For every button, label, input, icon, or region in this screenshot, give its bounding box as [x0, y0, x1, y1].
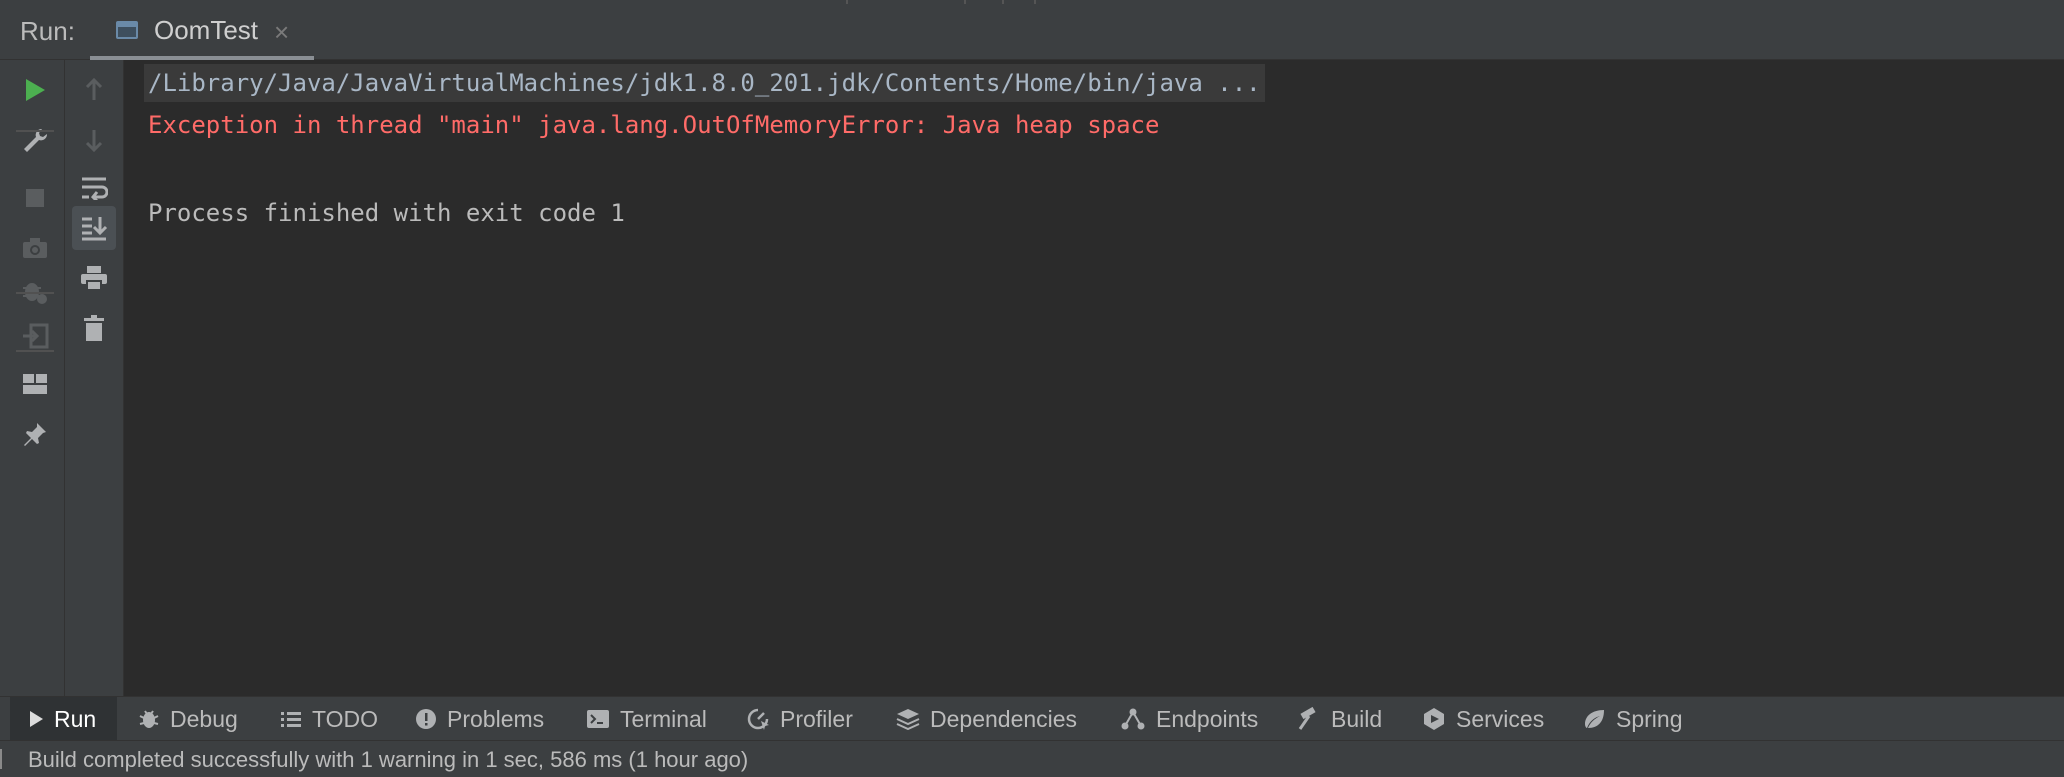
layers-icon [896, 708, 920, 730]
bug-icon [138, 708, 160, 730]
tab-terminal-label: Terminal [620, 705, 707, 732]
tab-label: OomTest [154, 15, 259, 45]
print-icon[interactable] [72, 256, 116, 300]
hammer-icon [1297, 707, 1321, 731]
camera-icon[interactable] [13, 226, 57, 270]
toolbar-separator [16, 292, 54, 294]
tab-services-label: Services [1456, 705, 1545, 732]
services-icon [1422, 707, 1446, 731]
error-line: Exception in thread "main" java.lang.Out… [148, 111, 1160, 139]
arrow-down-icon[interactable] [72, 118, 116, 162]
tab-debug[interactable]: Debug [138, 697, 238, 741]
tab-dependencies[interactable]: Dependencies [896, 697, 1077, 741]
tab-build-label: Build [1331, 705, 1383, 732]
tab-terminal[interactable]: Terminal [586, 697, 707, 741]
tab-debug-label: Debug [170, 705, 238, 732]
profiler-icon [746, 707, 770, 731]
process-exit-line: Process finished with exit code 1 [148, 199, 625, 227]
run-actions-toolbar [6, 60, 65, 696]
tool-window-tabs: Run Debug TODO Problems Terminal Profile… [0, 696, 2064, 741]
tab-profiler[interactable]: Profiler [746, 697, 853, 741]
command-line[interactable]: /Library/Java/JavaVirtualMachines/jdk1.8… [144, 64, 1265, 102]
tab-services[interactable]: Services [1422, 697, 1544, 741]
tab-run[interactable]: Run [10, 697, 117, 741]
tab-todo-label: TODO [312, 705, 379, 732]
tab-todo[interactable]: TODO [280, 697, 378, 741]
toolbar-separator [16, 130, 54, 132]
tab-problems-label: Problems [447, 705, 545, 732]
tab-spring[interactable]: Spring [1582, 697, 1682, 741]
console-window-icon [116, 21, 138, 39]
divider [964, 0, 966, 4]
terminal-icon [586, 709, 610, 729]
status-bar: Build completed successfully with 1 warn… [0, 740, 2064, 777]
tab-spring-label: Spring [1616, 705, 1683, 732]
toolbar-separator [16, 350, 54, 352]
scroll-to-end-icon[interactable] [72, 206, 116, 250]
divider [1002, 0, 1004, 4]
tab-problems[interactable]: Problems [415, 697, 544, 741]
console-output[interactable]: /Library/Java/JavaVirtualMachines/jdk1.8… [124, 60, 2064, 696]
arrow-up-icon[interactable] [72, 68, 116, 112]
leaf-icon [1582, 708, 1606, 730]
close-icon[interactable]: × [274, 17, 289, 48]
tab-profiler-label: Profiler [780, 705, 853, 732]
divider [846, 0, 848, 4]
play-icon [28, 710, 44, 728]
rerun-icon[interactable] [13, 68, 57, 112]
status-message[interactable]: Build completed successfully with 1 warn… [28, 747, 748, 773]
divider [1034, 0, 1036, 4]
endpoints-icon [1120, 707, 1146, 731]
tab-endpoints[interactable]: Endpoints [1120, 697, 1258, 741]
tab-dependencies-label: Dependencies [930, 705, 1078, 732]
run-tool-window-header: Run: OomTest × [0, 0, 2064, 60]
wrench-icon[interactable] [13, 118, 57, 162]
tab-build[interactable]: Build [1297, 697, 1382, 741]
console-actions-toolbar [65, 60, 124, 696]
stop-icon[interactable] [13, 176, 57, 220]
trash-icon[interactable] [72, 306, 116, 350]
status-indicator [0, 749, 2, 769]
warning-icon [415, 708, 437, 730]
tab-oomtest[interactable]: OomTest × [90, 0, 314, 60]
soft-wrap-icon[interactable] [72, 166, 116, 210]
run-label: Run: [20, 16, 75, 46]
tab-endpoints-label: Endpoints [1156, 705, 1259, 732]
tab-run-label: Run [54, 705, 97, 732]
layout-icon[interactable] [13, 362, 57, 406]
pin-icon[interactable] [13, 412, 57, 456]
list-icon [280, 710, 302, 728]
